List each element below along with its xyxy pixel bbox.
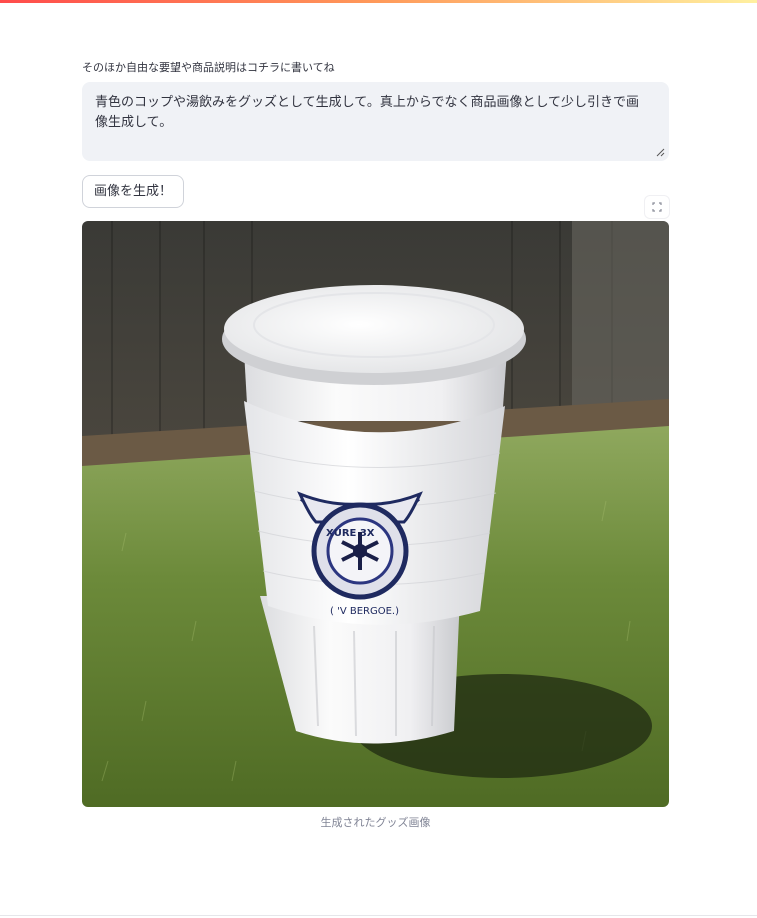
generated-goods-image: XURE 3X ( 'V BERGOE.) xyxy=(82,221,669,807)
fullscreen-icon xyxy=(652,202,662,212)
fullscreen-button[interactable] xyxy=(645,196,669,218)
image-caption: 生成されたグッズ画像 xyxy=(320,816,431,829)
prompt-text-line-1: 青色のコップや湯飲みをグッズとして生成して。真上からでなく商品画像として少し引き… xyxy=(95,95,640,110)
generate-image-button[interactable]: 画像を生成！ xyxy=(82,175,185,208)
bottom-divider xyxy=(0,915,757,916)
prompt-field-label: そのほか自由な要望や商品説明はコチラに書いてね xyxy=(82,61,335,74)
resize-handle-icon[interactable] xyxy=(656,148,665,157)
main-content: そのほか自由な要望や商品説明はコチラに書いてね 青色のコップや湯飲みをグッズとし… xyxy=(82,60,669,831)
prompt-textarea[interactable]: 青色のコップや湯飲みをグッズとして生成して。真上からでなく商品画像として少し引き… xyxy=(82,82,669,161)
top-decoration-bar xyxy=(0,0,757,3)
generated-image-canvas: XURE 3X ( 'V BERGOE.) xyxy=(82,221,669,807)
svg-text:XURE 3X: XURE 3X xyxy=(326,528,375,539)
action-row: 画像を生成！ xyxy=(82,175,669,218)
svg-text:( 'V BERGOE.): ( 'V BERGOE.) xyxy=(330,606,399,617)
prompt-text-line-2: 像生成して。 xyxy=(95,115,173,130)
